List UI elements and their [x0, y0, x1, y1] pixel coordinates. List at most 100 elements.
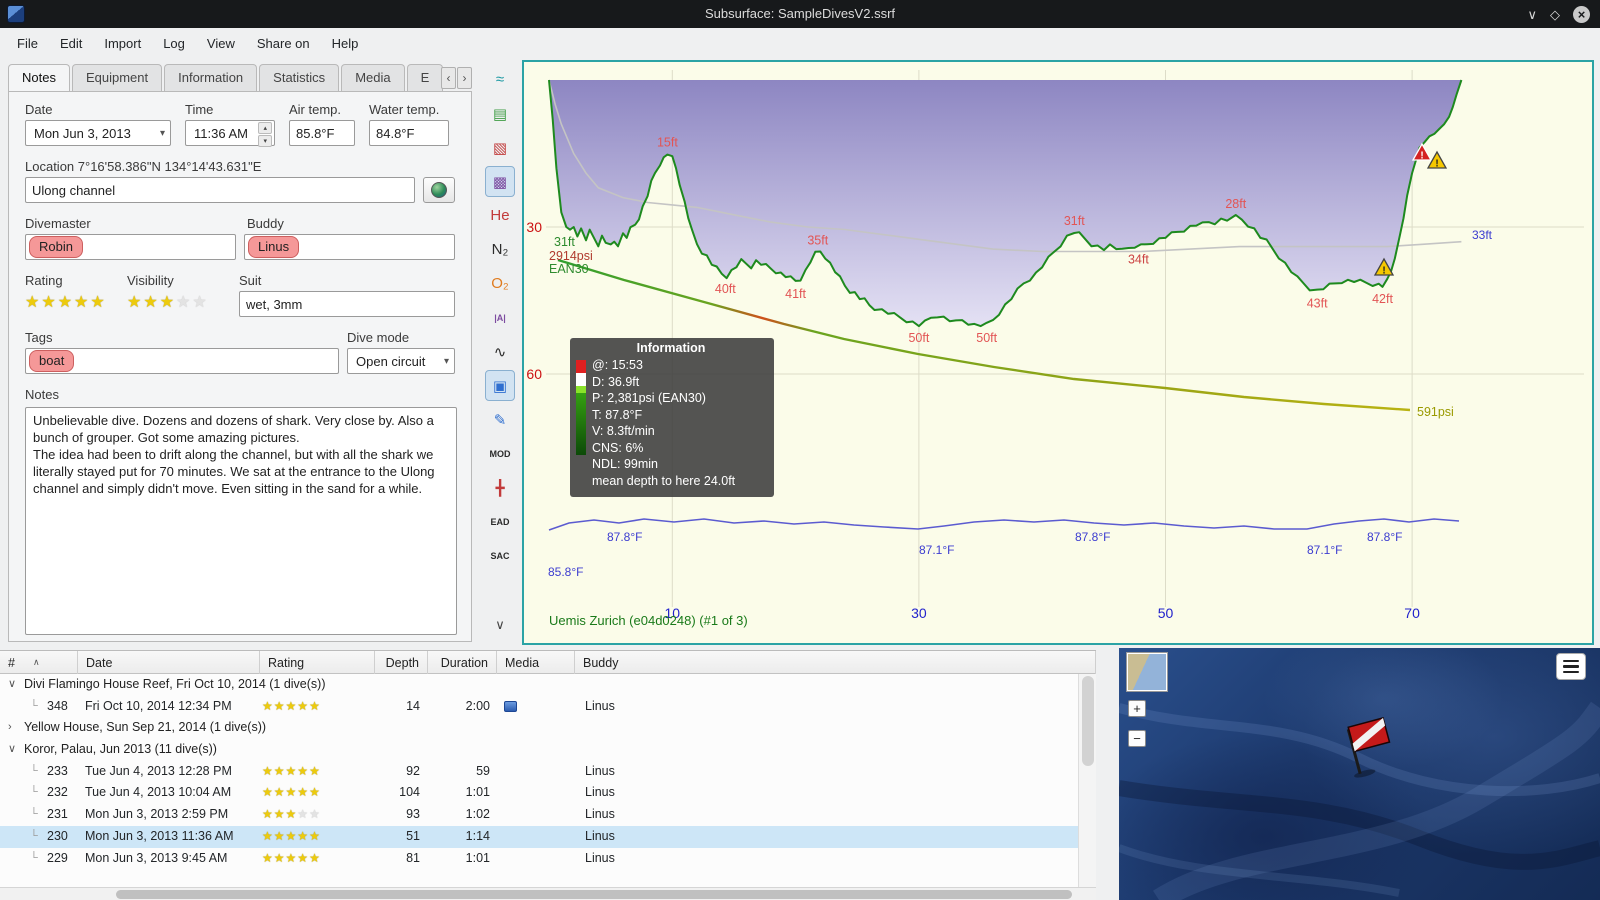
tab-media[interactable]: Media — [341, 64, 405, 92]
water-temp-field[interactable] — [369, 120, 449, 146]
info-line: P: 2,381psi (EAN30) — [592, 391, 706, 405]
time-spinbox[interactable]: 11:36 AM ▴ ▾ — [185, 120, 275, 147]
menu-item-help[interactable]: Help — [321, 32, 370, 55]
he-toggle[interactable]: He — [485, 200, 515, 231]
close-button[interactable]: × — [1573, 5, 1590, 23]
dive-row[interactable]: └ 230 Mon Jun 3, 2013 11:36 AM ★★★★★ 51 1:14 L… — [0, 825, 1078, 848]
column-header-num[interactable]: # ∧ — [0, 651, 78, 674]
n2-toggle[interactable]: N₂ — [485, 234, 515, 265]
divemaster-field[interactable]: Robin — [25, 234, 236, 260]
star-icon: ★ — [309, 807, 321, 822]
date-combobox[interactable]: Mon Jun 3, 2013 ▾ — [25, 120, 171, 146]
ruler-icon[interactable]: ✎ — [485, 404, 515, 435]
info-color-strip-icon — [576, 357, 586, 489]
spin-down-icon[interactable]: ▾ — [258, 135, 272, 147]
media-icon[interactable] — [504, 700, 517, 712]
tab-notes[interactable]: Notes — [8, 64, 70, 92]
menu-item-view[interactable]: View — [196, 32, 246, 55]
horizontal-scrollbar[interactable] — [0, 887, 1096, 900]
suit-field[interactable] — [239, 291, 455, 317]
zoom-in-button[interactable]: + — [1128, 700, 1146, 717]
spin-up-icon[interactable]: ▴ — [258, 122, 272, 134]
buddy-field[interactable]: Linus — [244, 234, 455, 260]
tab-e[interactable]: E — [406, 64, 444, 92]
star-icon: ★ — [297, 763, 310, 778]
photo-overlay-icon[interactable]: ▤ — [485, 98, 515, 129]
ead-toggle[interactable]: EAD — [485, 506, 515, 537]
tab-bar: Notes Equipment Information Statistics Media… — [8, 64, 472, 92]
trip-row[interactable]: ∨ Divi Flamingo House Reef, Fri Oct 10, 2… — [0, 674, 1078, 696]
menu-item-edit[interactable]: Edit — [49, 32, 93, 55]
depth-label: 50ft — [976, 331, 997, 345]
menu-item-log[interactable]: Log — [152, 32, 196, 55]
tab-scroll-left-icon[interactable]: ‹ — [441, 67, 456, 89]
vertical-scrollbar[interactable] — [1078, 674, 1096, 888]
chevron-down-icon[interactable]: ∨ — [8, 674, 16, 696]
dive-row[interactable]: └ 231 Mon Jun 3, 2013 2:59 PM ★★★★★ 93 1:02 Li… — [0, 804, 1078, 826]
column-header-buddy[interactable]: Buddy — [575, 651, 1096, 674]
dive-depth: 81 — [406, 850, 420, 865]
mod-toggle[interactable]: MOD — [485, 438, 515, 469]
tree-branch-icon: └ — [30, 829, 38, 842]
pictures-toggle[interactable]: ▣ — [485, 370, 515, 401]
star-rating: ★★★★★ — [262, 785, 321, 799]
menu-item-file[interactable]: File — [6, 32, 49, 55]
deco-icon[interactable]: ╋ — [485, 472, 515, 503]
column-header-date[interactable]: Date — [78, 651, 260, 674]
column-header-duration[interactable]: Duration — [428, 651, 497, 674]
start-label: 31ft — [554, 235, 575, 249]
air-temp-field[interactable] — [289, 120, 355, 146]
horizontal-scrollbar-thumb[interactable] — [116, 890, 1072, 899]
dive-row[interactable]: └ 232 Tue Jun 4, 2013 10:04 AM ★★★★★ 104 1:01… — [0, 782, 1078, 805]
map-overview-inset[interactable] — [1126, 652, 1168, 692]
dive-buddy: Linus — [585, 763, 615, 778]
zoom-out-button[interactable]: − — [1128, 730, 1146, 747]
tissues-icon[interactable]: ▩ — [485, 166, 515, 197]
heartrate-icon[interactable]: ∿ — [485, 336, 515, 367]
star-icon: ★ — [192, 294, 209, 311]
toolbar-scroll-down-icon[interactable]: ∨ — [485, 609, 515, 640]
dive-row[interactable]: └ 348 Fri Oct 10, 2014 12:34 PM ★★★★★ 14 2:00… — [0, 695, 1078, 718]
divemaster-chip[interactable]: Robin — [29, 235, 83, 259]
time-value: 11:36 AM — [194, 125, 248, 141]
o2-toggle[interactable]: O₂ — [485, 268, 515, 299]
tab-equipment[interactable]: Equipment — [71, 64, 163, 92]
column-header-depth[interactable]: Depth — [375, 651, 428, 674]
column-header-media[interactable]: Media — [497, 651, 575, 674]
visibility-stars[interactable]: ★★★★★ — [127, 291, 225, 315]
notes-textarea[interactable]: Unbelievable dive. Dozens and dozens of … — [25, 407, 457, 635]
chevron-down-icon[interactable]: ∨ — [8, 739, 16, 761]
tab-scroll-right-icon[interactable]: › — [457, 67, 472, 89]
menu-item-import[interactable]: Import — [93, 32, 152, 55]
maximize-button[interactable]: ◇ — [1550, 8, 1560, 21]
dive-profile[interactable]: 30 60 10 30 50 70 15ft 40ft 41ft 35ft 50ft 50ft 31ft… — [522, 60, 1594, 645]
tag-chip[interactable]: boat — [29, 349, 75, 373]
ceiling-icon[interactable]: ▧ — [485, 132, 515, 163]
tab-information[interactable]: Information — [164, 64, 258, 92]
dive-row[interactable]: └ 233 Tue Jun 4, 2013 12:28 PM ★★★★★ 92 59 Lin… — [0, 760, 1078, 783]
map-menu-button[interactable] — [1556, 653, 1586, 680]
dive-mode-label: Dive mode — [347, 330, 410, 345]
rating-stars[interactable]: ★★★★★ — [25, 291, 113, 315]
dive-buddy: Linus — [585, 828, 615, 843]
sac-toggle[interactable]: SAC — [485, 540, 515, 571]
tab-statistics[interactable]: Statistics — [259, 64, 340, 92]
vertical-scrollbar-thumb[interactable] — [1081, 676, 1094, 766]
location-field[interactable] — [25, 177, 415, 203]
dive-mode-combobox[interactable]: Open circuit ▾ — [347, 348, 455, 374]
trip-row[interactable]: › Yellow House, Sun Sep 21, 2014 (1 dive(… — [0, 717, 1078, 740]
pp-graph-toggle[interactable]: |A| — [485, 302, 515, 333]
dive-row[interactable]: └ 229 Mon Jun 3, 2013 9:45 AM ★★★★★ 81 1:01 Li… — [0, 847, 1078, 870]
chevron-right-icon[interactable]: › — [8, 717, 12, 739]
shade-button[interactable]: ∨ — [1527, 8, 1537, 21]
depth-label: 40ft — [715, 282, 736, 296]
location-map-button[interactable] — [423, 177, 455, 203]
map-panel[interactable]: + − — [1119, 648, 1600, 900]
trip-row[interactable]: ∨ Koror, Palau, Jun 2013 (11 dive(s)) — [0, 739, 1078, 761]
swimmer-icon[interactable]: ≈ — [485, 64, 515, 95]
star-icon: ★ — [262, 850, 274, 865]
column-header-rating[interactable]: Rating — [260, 651, 375, 674]
tags-field[interactable]: boat — [25, 348, 339, 374]
buddy-chip[interactable]: Linus — [248, 235, 300, 259]
menu-item-share-on[interactable]: Share on — [246, 32, 321, 55]
